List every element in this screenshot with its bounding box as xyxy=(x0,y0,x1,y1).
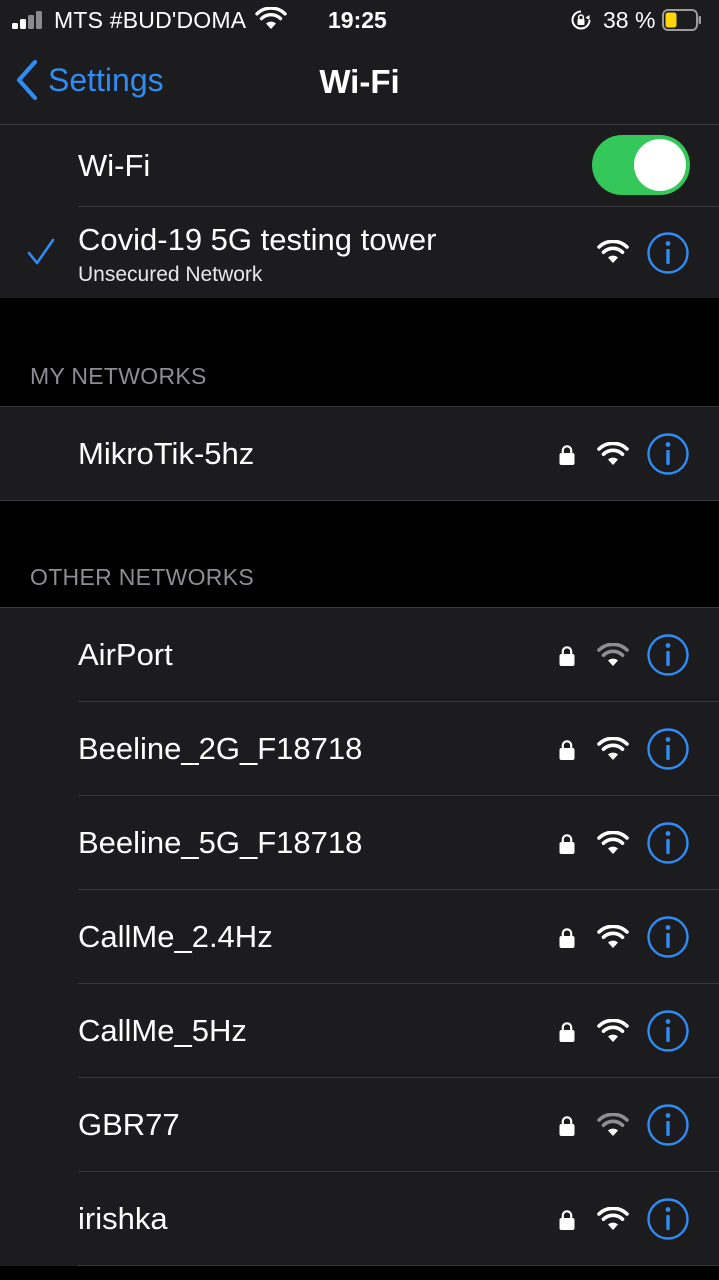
wifi-icon xyxy=(597,1112,629,1136)
wifi-icon xyxy=(597,1018,629,1042)
network-name: AirPort xyxy=(78,637,173,672)
battery-icon xyxy=(662,9,701,31)
network-row[interactable]: Beeline_5G_F18718 xyxy=(0,796,719,890)
connected-network-row[interactable]: Covid-19 5G testing tower Unsecured Netw… xyxy=(0,207,719,298)
info-icon[interactable] xyxy=(646,432,690,476)
lock-icon xyxy=(559,445,575,465)
network-row[interactable]: GBR77 xyxy=(0,1078,719,1172)
wifi-icon xyxy=(597,240,629,263)
network-row[interactable]: CallMe_2.4Hz xyxy=(0,890,719,984)
wifi-status-icon xyxy=(255,7,287,29)
back-button[interactable]: Settings xyxy=(14,58,164,102)
battery-percentage: 38 % xyxy=(603,7,656,33)
wifi-icon xyxy=(597,1206,629,1230)
toggle-knob xyxy=(634,139,686,191)
network-row[interactable]: AirPort xyxy=(0,608,719,702)
lock-icon xyxy=(559,646,575,666)
network-name: MikroTik-5hz xyxy=(78,436,255,471)
wifi-icon xyxy=(597,642,629,666)
my-networks-list: MikroTik-5hz xyxy=(0,407,719,501)
navigation-bar: Settings Wi-Fi xyxy=(0,40,719,125)
lock-icon xyxy=(559,834,575,854)
cellular-signal-icon xyxy=(12,11,46,29)
status-bar: MTS #BUD'DOMA 19:25 38 % xyxy=(0,0,719,40)
info-icon[interactable] xyxy=(646,231,690,275)
network-row[interactable]: Beeline_2G_F18718 xyxy=(0,702,719,796)
info-icon[interactable] xyxy=(646,633,690,677)
network-name: irishka xyxy=(78,1201,168,1236)
other-networks-header: OTHER NETWORKS xyxy=(30,564,254,590)
info-icon[interactable] xyxy=(646,821,690,865)
network-name: Beeline_5G_F18718 xyxy=(78,825,363,860)
network-row[interactable]: MikroTik-5hz xyxy=(0,407,719,501)
other-networks-list: AirPort Beeline_2G_F18718 Beeline_5G_F1871… xyxy=(0,608,719,1266)
chevron-left-icon xyxy=(16,59,38,101)
connected-network-name: Covid-19 5G testing tower xyxy=(78,222,437,257)
wifi-settings-screen: MTS #BUD'DOMA 19:25 38 % Settings Wi-Fi xyxy=(0,0,719,1280)
rotation-lock-icon xyxy=(571,10,591,30)
lock-icon xyxy=(559,1116,575,1136)
network-name: CallMe_2.4Hz xyxy=(78,919,273,954)
network-name: GBR77 xyxy=(78,1107,180,1142)
network-row[interactable]: irishka xyxy=(0,1172,719,1266)
info-icon[interactable] xyxy=(646,1009,690,1053)
info-icon[interactable] xyxy=(646,727,690,771)
wifi-icon xyxy=(597,441,629,465)
connected-network-subtitle: Unsecured Network xyxy=(78,263,263,286)
lock-icon xyxy=(559,928,575,948)
lock-icon xyxy=(559,1210,575,1230)
wifi-icon xyxy=(597,924,629,948)
wifi-toggle-switch[interactable] xyxy=(592,135,690,195)
network-row[interactable]: CallMe_5Hz xyxy=(0,984,719,1078)
network-name: CallMe_5Hz xyxy=(78,1013,247,1048)
lock-icon xyxy=(559,740,575,760)
wifi-toggle-label: Wi-Fi xyxy=(78,148,151,183)
info-icon[interactable] xyxy=(646,1197,690,1241)
lock-icon xyxy=(559,1022,575,1042)
info-icon[interactable] xyxy=(646,1103,690,1147)
info-icon[interactable] xyxy=(646,915,690,959)
clock: 19:25 xyxy=(328,7,387,33)
wifi-icon xyxy=(597,830,629,854)
back-button-label: Settings xyxy=(48,61,164,98)
carrier-name: MTS #BUD'DOMA xyxy=(54,7,247,33)
my-networks-header: MY NETWORKS xyxy=(30,363,207,389)
checkmark-icon xyxy=(27,238,55,265)
network-name: Beeline_2G_F18718 xyxy=(78,731,363,766)
wifi-icon xyxy=(597,736,629,760)
